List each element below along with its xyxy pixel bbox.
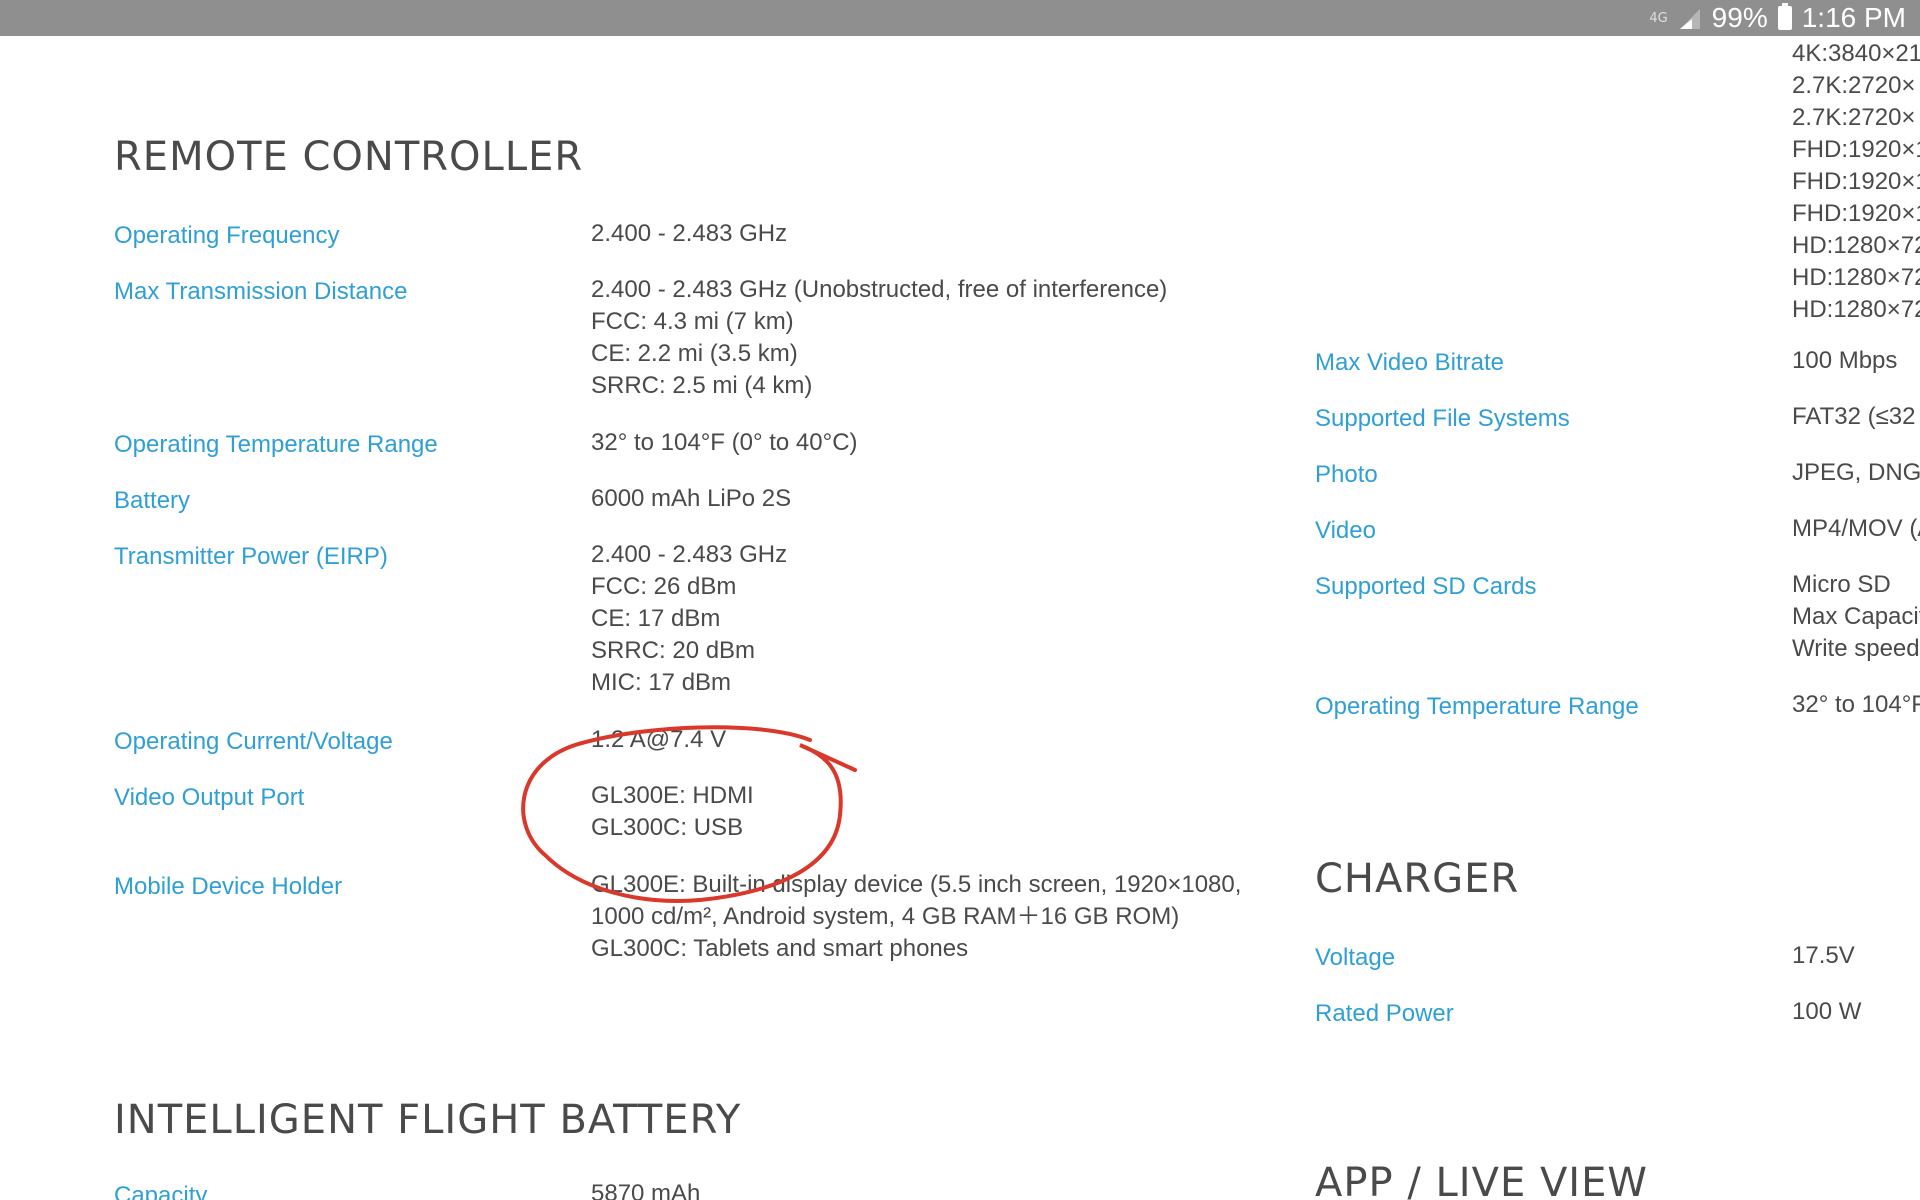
spec-value: FAT32 (≤32 G	[1792, 401, 1920, 433]
spec-value-line: 2.400 - 2.483 GHz	[591, 220, 788, 247]
spec-label: Battery	[114, 487, 191, 514]
app-live-view-title: APP / LIVE VIEW	[1315, 1160, 1648, 1200]
battery-icon	[1777, 3, 1792, 30]
spec-value-line: CE: 2.2 mi (3.5 km)	[591, 340, 798, 367]
resolution-item: 2.7K:2720×	[1792, 72, 1916, 99]
spec-label: Voltage	[1315, 944, 1396, 971]
spec-value: 1.2 A@7.4 V	[591, 724, 726, 756]
spec-value: 32° to 104°F (0° to 40°C)	[591, 427, 858, 459]
intelligent-flight-battery-title: INTELLIGENT FLIGHT BATTERY	[114, 1097, 742, 1143]
spec-label: Supported File Systems	[1315, 405, 1570, 432]
spec-value: 2.400 - 2.483 GHz (Unobstructed, free of…	[591, 274, 1167, 402]
resolution-item: FHD:1920×1	[1792, 200, 1920, 227]
spec-value-line: 100 W	[1792, 998, 1862, 1025]
spec-label: Video	[1315, 517, 1376, 544]
spec-value-line: SRRC: 2.5 mi (4 km)	[591, 372, 813, 399]
spec-value-line: 32° to 104°F	[1792, 691, 1920, 718]
spec-value-line: GL300E: HDMI	[591, 782, 754, 809]
spec-label: Operating Temperature Range	[114, 431, 438, 458]
spec-value-line: 6000 mAh LiPo 2S	[591, 485, 792, 512]
spec-value-line: MIC: 17 dBm	[591, 669, 732, 696]
spec-value-line: SRRC: 20 dBm	[591, 637, 756, 664]
spec-value-line: 2.400 - 2.483 GHz	[591, 541, 788, 568]
spec-label: Capacity	[114, 1182, 208, 1200]
resolution-item: HD:1280×72	[1792, 296, 1920, 323]
spec-value: 100 W	[1792, 996, 1861, 1028]
spec-value: 2.400 - 2.483 GHz FCC: 26 dBm CE: 17 dBm…	[591, 539, 787, 699]
spec-value: GL300E: Built-in display device (5.5 inc…	[591, 869, 1241, 965]
resolution-item: FHD:1920×1	[1792, 136, 1920, 163]
spec-value: 32° to 104°F	[1792, 689, 1920, 721]
spec-value-line: 5870 mAh	[591, 1180, 701, 1200]
resolution-item: FHD:1920×1	[1792, 168, 1920, 195]
spec-label: Max Transmission Distance	[114, 278, 408, 305]
spec-page: 4K:3840×21 2.7K:2720× 2.7K:2720× FHD:192…	[0, 36, 1920, 1200]
resolution-item: 2.7K:2720×	[1792, 104, 1916, 131]
resolution-item: HD:1280×72	[1792, 264, 1920, 291]
spec-label: Operating Temperature Range	[1315, 693, 1639, 720]
signal-icon	[1678, 7, 1702, 29]
spec-value: GL300E: HDMI GL300C: USB	[591, 780, 754, 844]
spec-label: Supported SD Cards	[1315, 573, 1537, 600]
spec-value-line: 32° to 104°F (0° to 40°C)	[591, 429, 858, 456]
spec-value-line: 100 Mbps	[1792, 347, 1898, 374]
spec-value-line: FCC: 4.3 mi (7 km)	[591, 308, 794, 335]
spec-label: Max Video Bitrate	[1315, 349, 1504, 376]
spec-label: Video Output Port	[114, 784, 305, 811]
resolution-item: 4K:3840×21	[1792, 40, 1920, 67]
spec-value-line: CE: 17 dBm	[591, 605, 721, 632]
status-bar: 4G 99% 1:16 PM	[0, 0, 1920, 36]
spec-value-line: 2.400 - 2.483 GHz (Unobstructed, free of…	[591, 276, 1168, 303]
spec-label: Rated Power	[1315, 1000, 1454, 1027]
charger-title: CHARGER	[1315, 856, 1520, 902]
video-resolution-list: 4K:3840×21 2.7K:2720× 2.7K:2720× FHD:192…	[1792, 38, 1920, 326]
remote-controller-title: REMOTE CONTROLLER	[114, 134, 584, 180]
battery-percent: 99%	[1711, 2, 1768, 33]
spec-value: 5870 mAh	[591, 1178, 700, 1200]
spec-label: Transmitter Power (EIRP)	[114, 543, 388, 570]
spec-value-line: JPEG, DNG (	[1792, 459, 1920, 486]
spec-value-line: Write speed	[1792, 635, 1920, 662]
spec-value-line: FAT32 (≤32 G	[1792, 403, 1920, 430]
status-bar-indicators: 4G 99% 1:16 PM	[1649, 0, 1906, 36]
spec-value-line: Micro SD	[1792, 571, 1891, 598]
spec-value: Micro SD Max Capacit Write speed	[1792, 569, 1920, 665]
spec-value: MP4/MOV (A	[1792, 513, 1920, 545]
resolution-item: HD:1280×72	[1792, 232, 1920, 259]
spec-value-line: 1.2 A@7.4 V	[591, 726, 727, 753]
spec-label: Mobile Device Holder	[114, 873, 343, 900]
spec-value: 6000 mAh LiPo 2S	[591, 483, 791, 515]
spec-value-line: Max Capacit	[1792, 603, 1920, 630]
spec-value: 100 Mbps	[1792, 345, 1897, 377]
spec-value-line: 17.5V	[1792, 942, 1855, 969]
clock: 1:16 PM	[1801, 2, 1906, 33]
spec-value: 17.5V	[1792, 940, 1855, 972]
spec-value: JPEG, DNG (	[1792, 457, 1920, 489]
spec-value-line: GL300E: Built-in display device (5.5 inc…	[591, 871, 1242, 898]
network-type-icon: 4G	[1649, 10, 1668, 26]
spec-value-line: GL300C: Tablets and smart phones	[591, 935, 969, 962]
spec-value-line: GL300C: USB	[591, 814, 744, 841]
spec-label: Operating Current/Voltage	[114, 728, 393, 755]
spec-value: 2.400 - 2.483 GHz	[591, 218, 787, 250]
spec-label: Photo	[1315, 461, 1378, 488]
spec-value-line: FCC: 26 dBm	[591, 573, 737, 600]
spec-value-line: 1000 cd/m², Android system, 4 GB RAM＋16 …	[591, 903, 1180, 930]
spec-value-line: MP4/MOV (A	[1792, 515, 1920, 542]
spec-label: Operating Frequency	[114, 222, 340, 249]
